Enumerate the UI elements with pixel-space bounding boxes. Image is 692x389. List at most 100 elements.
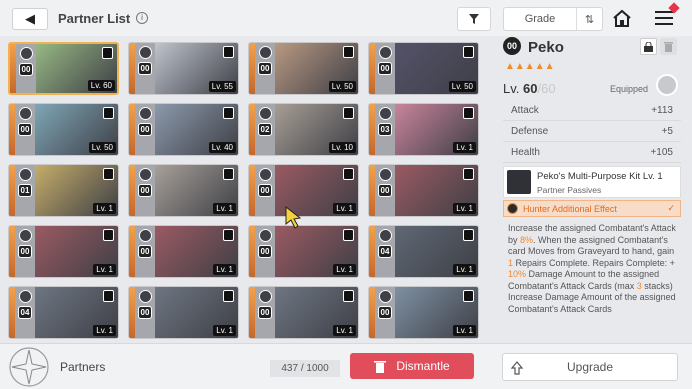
lock-icon[interactable] [463,290,474,302]
rank-badge: 00 [17,245,33,258]
sort-direction-icon[interactable]: ⇅ [576,8,602,30]
partner-name: Peko [528,39,564,56]
skill-card[interactable]: Peko's Multi-Purpose Kit Lv. 1 Partner P… [503,166,681,198]
equipped-avatar[interactable] [656,74,678,96]
card-hud: 00 [256,165,274,216]
partner-count: 437 / 1000 [270,360,340,377]
card-hud: 04 [376,226,394,277]
hunter-effect-toggle[interactable]: Hunter Additional Effect ✓ [503,200,681,217]
stat-row-defense: Defense +5 [503,121,681,142]
card-level: Lv. 1 [93,203,116,214]
partner-card[interactable]: 00 Lv. 1 [8,225,119,278]
lock-icon[interactable] [343,107,354,119]
partner-card[interactable]: 00 Lv. 1 [248,286,359,339]
sort-dropdown[interactable]: Grade ⇅ [503,7,603,31]
partner-card[interactable]: 00 Lv. 1 [248,225,359,278]
trash-icon [374,360,387,373]
class-icon [258,168,272,181]
partner-card[interactable]: 00 Lv. 1 [248,164,359,217]
home-icon[interactable] [612,9,632,27]
rank-badge: 03 [377,123,393,136]
card-level: Lv. 1 [453,325,476,336]
card-hud: 00 [16,226,34,277]
filter-button[interactable] [457,7,491,31]
rarity-stripe [9,226,15,277]
card-hud: 03 [376,104,394,155]
trash-icon [664,41,673,52]
lock-icon[interactable] [223,107,234,119]
partner-card[interactable]: 04 Lv. 1 [8,286,119,339]
card-hud: 00 [376,165,394,216]
lock-icon[interactable] [223,168,234,180]
info-icon[interactable]: i [136,12,148,24]
rank-badge: 00 [137,123,153,136]
menu-icon[interactable] [655,10,673,26]
description-segment: 8% [520,234,534,245]
upgrade-button[interactable]: Upgrade [502,353,678,381]
star-rating: ▲▲▲▲▲ [505,61,555,72]
card-hud: 01 [16,165,34,216]
lock-icon[interactable] [223,229,234,241]
rank-badge: 04 [17,306,33,319]
stat-label: Attack [511,104,539,116]
description-segment: 10% [508,269,527,279]
lock-icon[interactable] [463,168,474,180]
class-icon [138,107,152,120]
effect-label: Hunter Additional Effect [523,203,617,214]
back-button[interactable]: ◀ [12,8,48,30]
partner-card[interactable]: 00 Lv. 60 [8,42,119,95]
rarity-stripe [369,104,375,155]
card-hud: 00 [16,104,34,155]
rarity-stripe [10,44,16,93]
partner-card[interactable]: 04 Lv. 1 [368,225,479,278]
card-level: Lv. 1 [213,203,236,214]
partner-card[interactable]: 00 Lv. 50 [248,42,359,95]
partner-card[interactable]: 00 Lv. 55 [128,42,239,95]
lock-icon[interactable] [463,107,474,119]
card-level: Lv. 50 [328,81,356,92]
lock-icon[interactable] [103,168,114,180]
partner-card[interactable]: 00 Lv. 1 [368,164,479,217]
equipped-label: Equipped [610,84,649,94]
partner-card[interactable]: 02 Lv. 10 [248,103,359,156]
lock-icon[interactable] [223,290,234,302]
partner-card[interactable]: 00 Lv. 1 [368,286,479,339]
partner-card[interactable]: 00 Lv. 50 [8,103,119,156]
lock-icon[interactable] [223,46,234,58]
rarity-stripe [129,165,135,216]
lock-icon[interactable] [343,46,354,58]
dismantle-button[interactable]: Dismantle [350,353,474,379]
card-level: Lv. 50 [448,81,476,92]
rank-badge: 00 [257,184,273,197]
lock-icon[interactable] [343,290,354,302]
partner-card[interactable]: 00 Lv. 1 [128,164,239,217]
rarity-stripe [369,165,375,216]
partner-card[interactable]: 00 Lv. 1 [128,225,239,278]
partner-card[interactable]: 00 Lv. 50 [368,42,479,95]
rank-badge: 00 [17,123,33,136]
lock-icon[interactable] [103,290,114,302]
lock-icon[interactable] [343,229,354,241]
delete-button[interactable] [660,38,677,55]
lock-icon[interactable] [463,229,474,241]
card-hud: 00 [136,104,154,155]
lock-icon[interactable] [463,46,474,58]
effect-icon [507,203,518,214]
partner-card[interactable]: 03 Lv. 1 [368,103,479,156]
lock-icon[interactable] [103,229,114,241]
upgrade-arrow-icon [511,361,523,375]
lock-icon[interactable] [102,47,113,59]
lock-icon[interactable] [343,168,354,180]
class-icon [378,290,392,303]
filter-icon [469,14,479,24]
partner-card[interactable]: 01 Lv. 1 [8,164,119,217]
rank-badge: 00 [377,62,393,75]
lock-toggle[interactable] [640,38,657,55]
partner-card[interactable]: 00 Lv. 40 [128,103,239,156]
partner-card[interactable]: 00 Lv. 1 [128,286,239,339]
lock-icon[interactable] [103,107,114,119]
rank-badge: 00 [137,245,153,258]
rank-badge: 00 [18,63,34,76]
class-icon [258,290,272,303]
card-level: Lv. 1 [333,203,356,214]
